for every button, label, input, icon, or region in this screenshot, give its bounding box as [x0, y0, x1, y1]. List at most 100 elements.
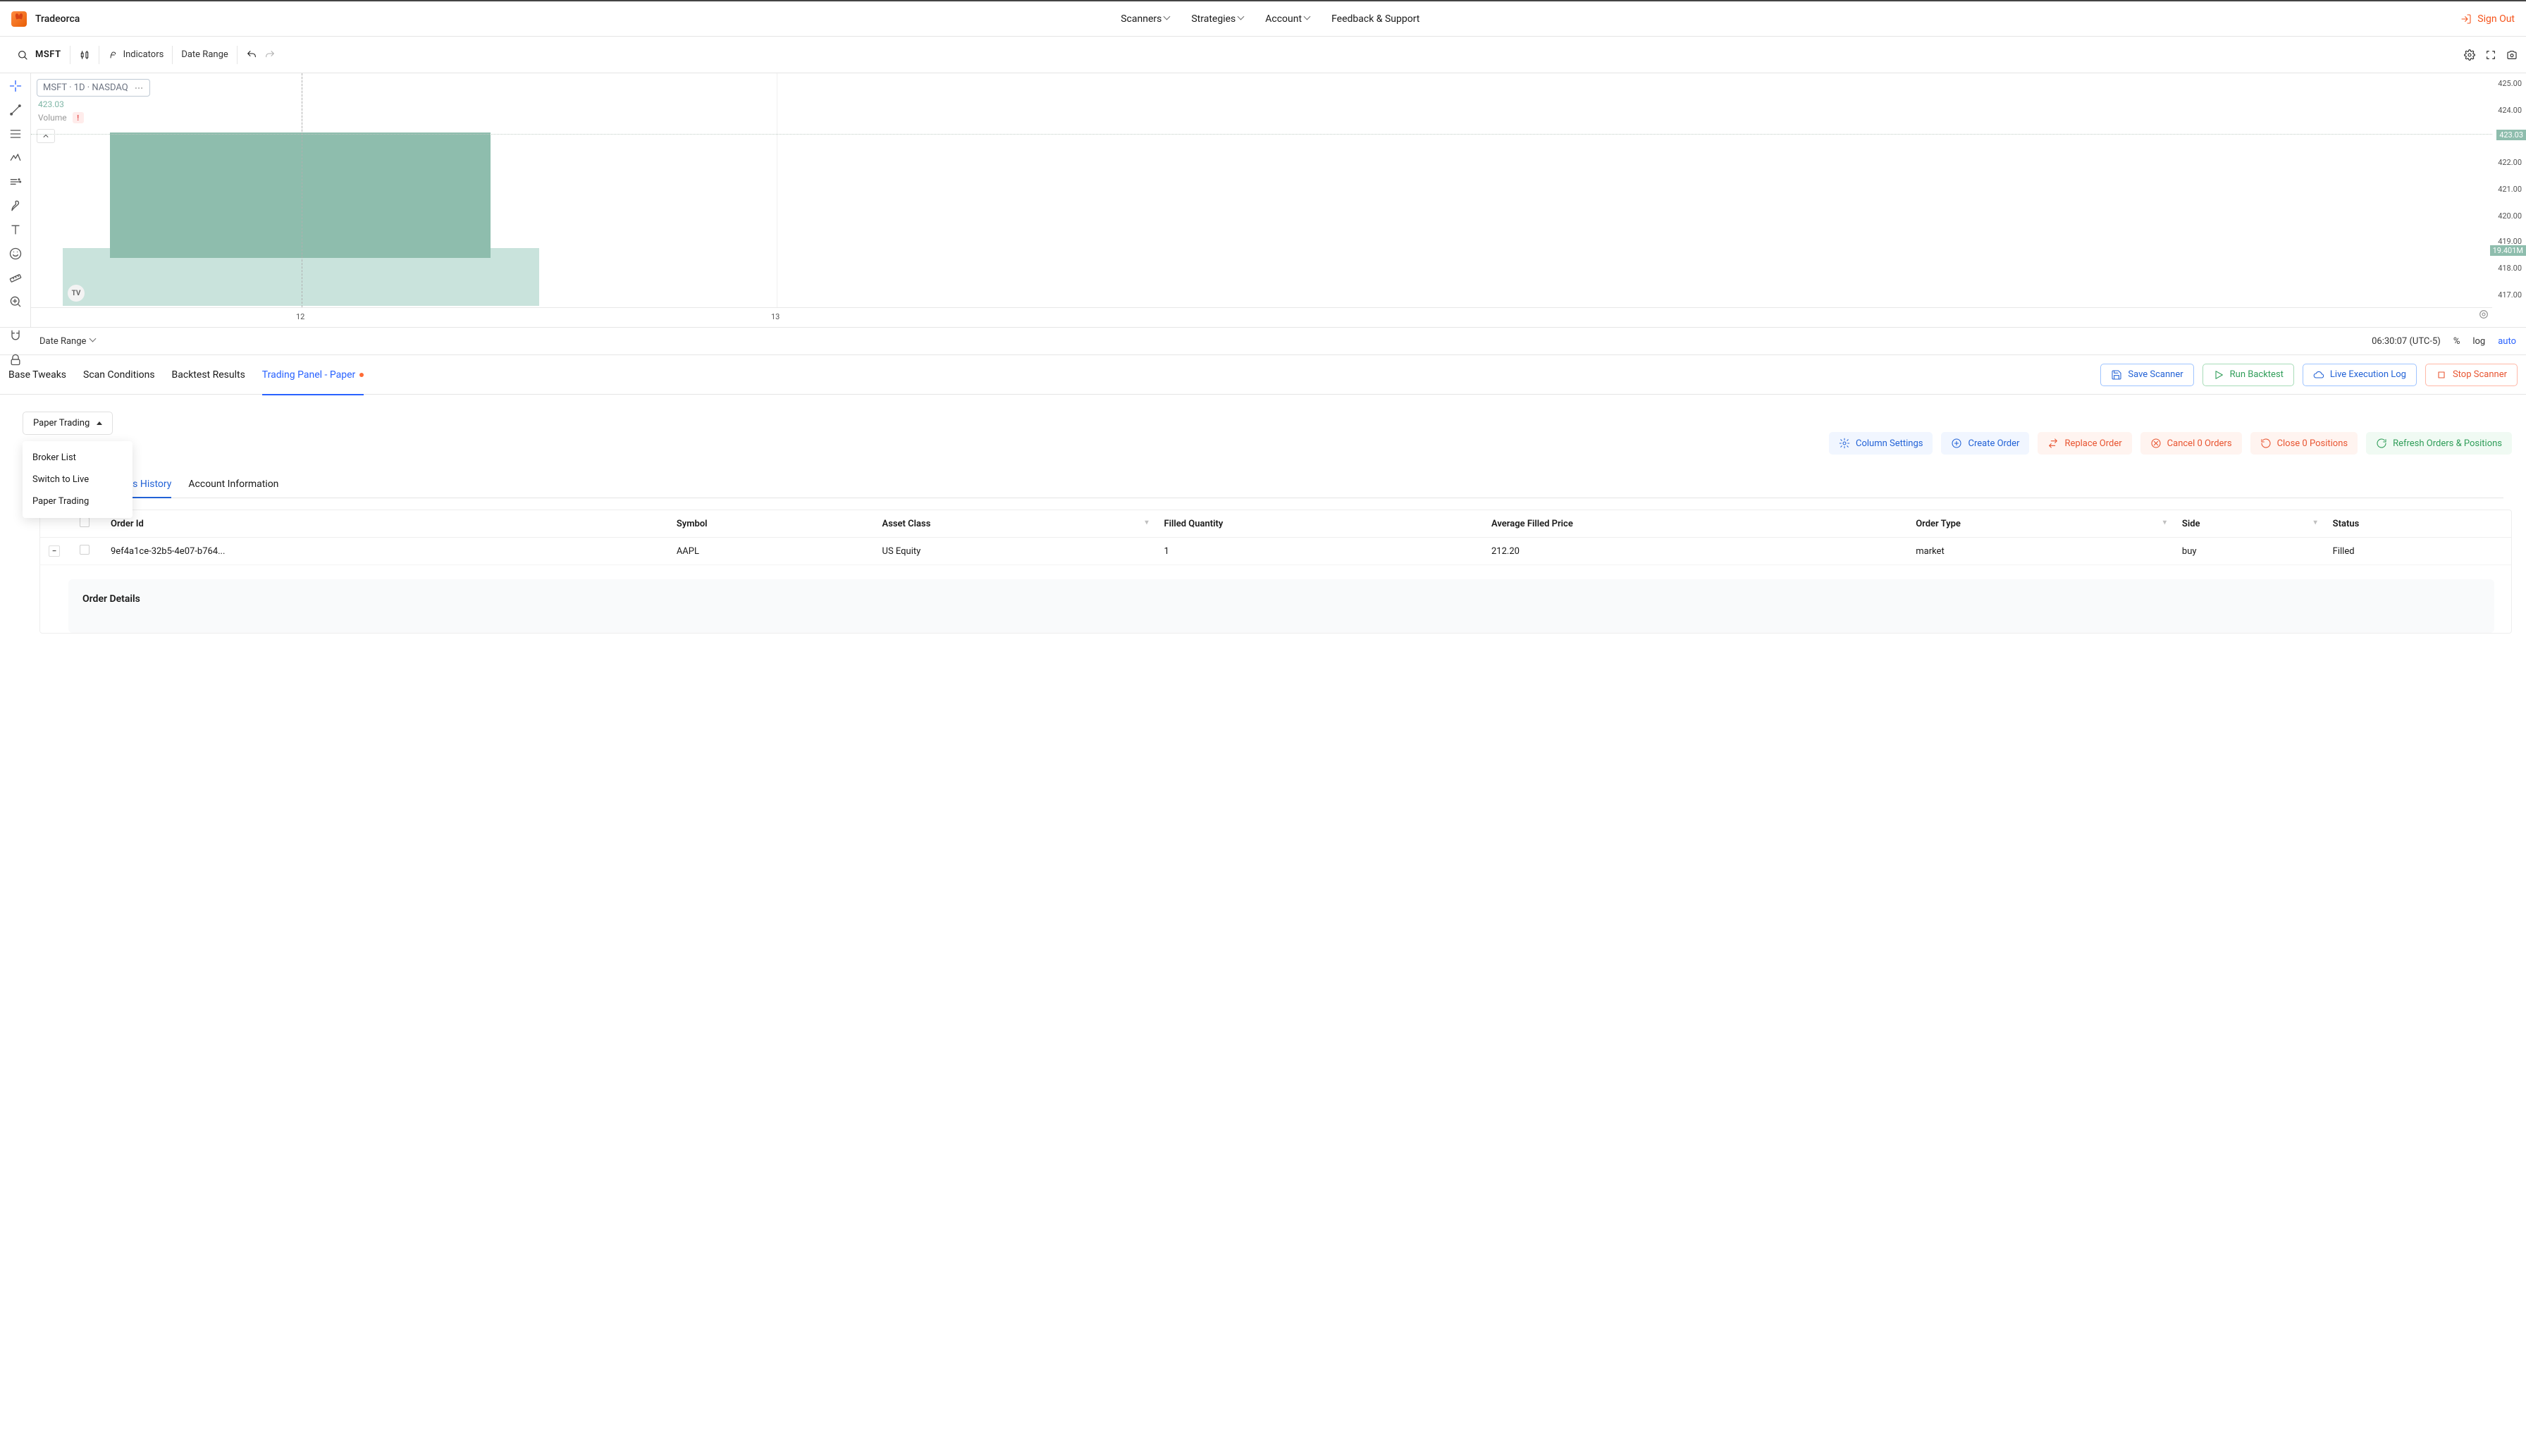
- redo-icon[interactable]: [264, 49, 276, 61]
- cancel-icon: [2150, 438, 2162, 449]
- price-badge: 423.03: [2496, 130, 2526, 140]
- sub-tabs: ers History Account Information: [39, 471, 2503, 498]
- symbol-input[interactable]: MSFT: [35, 49, 61, 60]
- col-avg-price[interactable]: Average Filled Price: [1483, 510, 1907, 538]
- dropdown-item-broker-list[interactable]: Broker List: [23, 447, 133, 469]
- trendline-tool-icon[interactable]: [8, 103, 23, 117]
- more-icon[interactable]: [134, 83, 144, 93]
- main-nav: Scanners Strategies Account Feedback & S…: [80, 13, 2460, 25]
- fib-tool-icon[interactable]: [8, 127, 23, 141]
- indicators-button[interactable]: Indicators: [99, 37, 173, 73]
- dropdown-item-switch-live[interactable]: Switch to Live: [23, 469, 133, 491]
- nav-scanners[interactable]: Scanners: [1121, 13, 1171, 25]
- close-positions-icon: [2260, 438, 2272, 449]
- time-display[interactable]: 06:30:07 (UTC-5): [2372, 336, 2441, 347]
- y-axis[interactable]: 425.00 424.00 423.03 422.00 421.00 420.0…: [2492, 73, 2526, 307]
- tab-trading-panel[interactable]: Trading Panel - Paper: [262, 366, 364, 383]
- cell-order-type: market: [1907, 538, 2174, 565]
- lock-tool-icon[interactable]: [8, 352, 23, 366]
- gear-icon: [1839, 438, 1850, 449]
- nav-account[interactable]: Account: [1265, 13, 1312, 25]
- refresh-icon: [2376, 438, 2387, 449]
- dropdown-menu: Broker List Switch to Live Paper Trading: [23, 441, 133, 518]
- column-settings-button[interactable]: Column Settings: [1829, 432, 1933, 455]
- crosshair-tool-icon[interactable]: [8, 79, 23, 93]
- order-details-panel: Order Details: [68, 579, 2494, 633]
- target-icon[interactable]: [2478, 309, 2489, 323]
- table-header-row: Order Id Symbol Asset Class▾ Filled Quan…: [40, 510, 2511, 538]
- run-backtest-button[interactable]: Run Backtest: [2202, 364, 2294, 386]
- row-checkbox[interactable]: [80, 545, 90, 555]
- col-asset-class[interactable]: Asset Class▾: [874, 510, 1156, 538]
- text-tool-icon[interactable]: [8, 223, 23, 237]
- chart-area: MSFT · 1D · NASDAQ 423.03 Volume ! T⁠V 4…: [0, 73, 2526, 327]
- col-side[interactable]: Side▾: [2174, 510, 2324, 538]
- replace-order-button[interactable]: Replace Order: [2038, 432, 2131, 455]
- log-button[interactable]: log: [2472, 336, 2485, 347]
- collapse-row-button[interactable]: −: [49, 545, 60, 557]
- dropdown-item-paper-trading[interactable]: Paper Trading: [23, 491, 133, 512]
- cell-order-id: 9ef4a1ce-32b5-4e07-b764...: [102, 538, 668, 565]
- col-filled-qty[interactable]: Filled Quantity: [1155, 510, 1483, 538]
- tab-scan-conditions[interactable]: Scan Conditions: [83, 366, 155, 383]
- sign-out-button[interactable]: Sign Out: [2460, 13, 2515, 25]
- brush-tool-icon[interactable]: [8, 199, 23, 213]
- filter-icon[interactable]: ▾: [2163, 519, 2167, 526]
- fullscreen-icon[interactable]: [2485, 49, 2496, 61]
- col-order-type[interactable]: Order Type▾: [1907, 510, 2174, 538]
- dropdown-toggle[interactable]: Paper Trading: [23, 412, 113, 435]
- cell-asset-class: US Equity: [874, 538, 1156, 565]
- cell-side: buy: [2174, 538, 2324, 565]
- col-status[interactable]: Status: [2324, 510, 2511, 538]
- close-positions-button[interactable]: Close 0 Positions: [2250, 432, 2358, 455]
- search-icon[interactable]: [17, 49, 28, 61]
- magnet-tool-icon[interactable]: [8, 328, 23, 343]
- refresh-button[interactable]: Refresh Orders & Positions: [2366, 432, 2512, 455]
- save-scanner-button[interactable]: Save Scanner: [2100, 364, 2193, 386]
- auto-button[interactable]: auto: [2498, 336, 2516, 347]
- collapse-icon[interactable]: [37, 129, 55, 143]
- tradingview-logo-icon: T⁠V: [68, 285, 85, 302]
- chart-header: MSFT · 1D · NASDAQ 423.03 Volume !: [37, 79, 150, 143]
- create-order-button[interactable]: Create Order: [1941, 432, 2029, 455]
- filter-icon[interactable]: ▾: [2314, 519, 2317, 526]
- x-axis[interactable]: 12 13: [31, 307, 2492, 327]
- select-all-checkbox[interactable]: [80, 517, 90, 527]
- table-row[interactable]: − 9ef4a1ce-32b5-4e07-b764... AAPL US Equ…: [40, 538, 2511, 565]
- camera-icon[interactable]: [2506, 49, 2518, 61]
- cancel-orders-button[interactable]: Cancel 0 Orders: [2140, 432, 2242, 455]
- date-range-footer-button[interactable]: Date Range: [39, 336, 97, 347]
- gear-icon[interactable]: [2464, 49, 2475, 61]
- order-actions-row: Column Settings Create Order Replace Ord…: [23, 432, 2512, 455]
- sub-tab-account-info[interactable]: Account Information: [188, 471, 278, 498]
- chart-price-label: 423.03: [38, 99, 150, 109]
- candles-icon[interactable]: [79, 49, 90, 61]
- filter-icon[interactable]: ▾: [1145, 519, 1148, 526]
- chart-symbol-pill[interactable]: MSFT · 1D · NASDAQ: [37, 79, 150, 97]
- percent-button[interactable]: %: [2453, 336, 2460, 347]
- forecast-tool-icon[interactable]: [8, 175, 23, 189]
- brand-name: Tradeorca: [35, 13, 80, 25]
- live-log-button[interactable]: Live Execution Log: [2303, 364, 2417, 386]
- chevron-down-icon: [90, 338, 97, 345]
- pattern-tool-icon[interactable]: [8, 151, 23, 165]
- trading-mode-dropdown[interactable]: Paper Trading Broker List Switch to Live…: [23, 412, 113, 435]
- emoji-tool-icon[interactable]: [8, 247, 23, 261]
- col-symbol[interactable]: Symbol: [668, 510, 874, 538]
- date-range-button[interactable]: Date Range: [173, 37, 236, 73]
- zoom-tool-icon[interactable]: [8, 295, 23, 309]
- stop-scanner-button[interactable]: Stop Scanner: [2425, 364, 2518, 386]
- tab-backtest-results[interactable]: Backtest Results: [172, 366, 245, 383]
- undo-icon[interactable]: [246, 49, 257, 61]
- col-order-id[interactable]: Order Id: [102, 510, 668, 538]
- nav-feedback[interactable]: Feedback & Support: [1331, 13, 1419, 25]
- chevron-down-icon: [1305, 16, 1312, 23]
- nav-strategies[interactable]: Strategies: [1191, 13, 1245, 25]
- chart-canvas[interactable]: MSFT · 1D · NASDAQ 423.03 Volume ! T⁠V 4…: [31, 73, 2526, 327]
- ruler-tool-icon[interactable]: [8, 271, 23, 285]
- tab-base-tweaks[interactable]: Base Tweaks: [8, 366, 66, 383]
- top-bar: Tradeorca Scanners Strategies Account Fe…: [0, 0, 2526, 37]
- volume-badge: 19.401M: [2490, 245, 2526, 256]
- trading-panel: Paper Trading Broker List Switch to Live…: [0, 395, 2526, 650]
- plus-circle-icon: [1951, 438, 1962, 449]
